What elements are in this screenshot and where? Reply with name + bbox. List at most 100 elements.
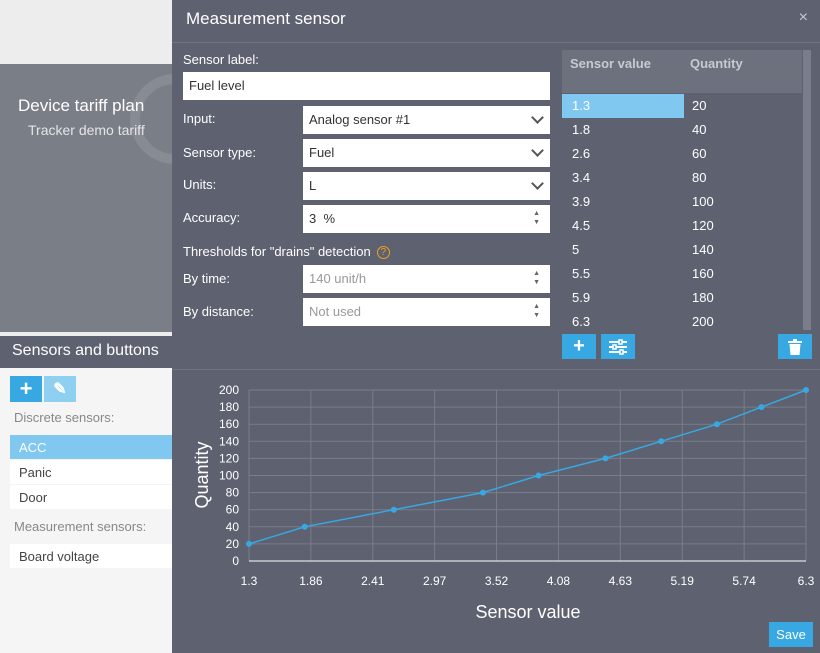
column-header-sensor-value[interactable]: Sensor value: [570, 56, 651, 71]
edit-sensor-button[interactable]: ✎: [44, 376, 76, 402]
add-row-button[interactable]: +: [562, 334, 596, 359]
dialog-title: Measurement sensor: [186, 9, 346, 28]
y-tick-label: 120: [219, 451, 239, 465]
settings-sliders-button[interactable]: [601, 334, 635, 359]
sensor-item-acc[interactable]: ACC: [10, 435, 180, 459]
table-row[interactable]: 4.5 120: [562, 214, 802, 238]
help-icon[interactable]: ?: [376, 246, 390, 259]
spin-down-icon[interactable]: ▼: [533, 279, 540, 287]
chevron-down-icon: [531, 144, 544, 157]
y-tick-label: 80: [226, 486, 240, 500]
cell-sensor-value[interactable]: 2.6: [572, 146, 590, 161]
sensors-panel-title: Sensors and buttons: [0, 336, 180, 368]
cell-sensor-value[interactable]: 1.3: [572, 98, 590, 113]
table-row[interactable]: 1.8 40: [562, 118, 802, 142]
table-header: Sensor value Quantity: [562, 50, 802, 93]
accuracy-value: 3 %: [309, 211, 336, 226]
calibration-table: Sensor value Quantity 1.3 20 1.8 40 2.6 60 3.4…: [562, 50, 811, 330]
input-select[interactable]: Analog sensor #1: [303, 106, 550, 134]
accuracy-stepper[interactable]: 3 % ▲ ▼: [303, 205, 550, 233]
spin-up-icon[interactable]: ▲: [533, 270, 540, 278]
cell-sensor-value[interactable]: 6.3: [572, 314, 590, 329]
accuracy-label: Accuracy:: [183, 210, 241, 225]
y-tick-label: 100: [219, 469, 239, 483]
cell-quantity[interactable]: 20: [692, 98, 706, 113]
data-point: [803, 387, 809, 393]
table-scrollbar[interactable]: [803, 50, 811, 330]
data-point: [758, 404, 765, 411]
x-tick-label: 4.63: [609, 574, 633, 588]
series-line: [248, 389, 807, 545]
sensor-type-label: Sensor type:: [183, 145, 256, 160]
x-tick-label: 1.86: [299, 574, 323, 588]
table-row[interactable]: 5 140: [562, 238, 802, 262]
cell-sensor-value[interactable]: 1.8: [572, 122, 590, 137]
cell-quantity[interactable]: 60: [692, 146, 706, 161]
table-row[interactable]: 3.9 100: [562, 190, 802, 214]
background-top-bar: [0, 0, 180, 42]
data-point: [535, 472, 542, 479]
spin-down-icon[interactable]: ▼: [533, 219, 540, 227]
measurement-sensor-dialog: Measurement sensor × Sensor label: Fuel …: [172, 0, 820, 653]
cell-sensor-value[interactable]: 4.5: [572, 218, 590, 233]
trash-icon: [788, 338, 802, 355]
chevron-down-icon: [531, 177, 544, 190]
close-icon[interactable]: ×: [799, 9, 808, 27]
delete-row-button[interactable]: [778, 334, 812, 359]
x-axis-label: Sensor value: [475, 602, 580, 622]
divider: [172, 42, 820, 43]
units-select[interactable]: L: [303, 172, 550, 200]
cell-quantity[interactable]: 180: [692, 290, 714, 305]
data-point: [301, 523, 308, 530]
measurement-sensors-label: Measurement sensors:: [14, 519, 147, 534]
y-axis-label: Quantity: [192, 441, 212, 508]
by-time-stepper[interactable]: 140 unit/h ▲ ▼: [303, 265, 550, 293]
cell-quantity[interactable]: 140: [692, 242, 714, 257]
data-point: [479, 489, 486, 496]
units-label: Units:: [183, 177, 217, 192]
sensor-item-panic[interactable]: Panic: [10, 460, 180, 484]
save-button[interactable]: Save: [769, 622, 813, 647]
table-row[interactable]: 5.9 180: [562, 286, 802, 310]
x-tick-label: 2.41: [361, 574, 385, 588]
sensor-label-input[interactable]: Fuel level: [183, 72, 550, 100]
x-tick-label: 2.97: [423, 574, 447, 588]
table-row[interactable]: 6.3 200: [562, 310, 802, 334]
add-sensor-button[interactable]: +: [10, 376, 42, 402]
table-row[interactable]: 1.3 20: [562, 94, 802, 118]
cell-quantity[interactable]: 100: [692, 194, 714, 209]
x-tick-label: 5.74: [732, 574, 756, 588]
y-tick-label: 40: [226, 520, 240, 534]
cell-quantity[interactable]: 200: [692, 314, 714, 329]
x-tick-label: 5.19: [671, 574, 695, 588]
cell-sensor-value[interactable]: 3.4: [572, 170, 590, 185]
sensor-label-label: Sensor label:: [183, 52, 259, 67]
spin-down-icon[interactable]: ▼: [533, 312, 540, 320]
spin-up-icon[interactable]: ▲: [533, 303, 540, 311]
sensor-type-select[interactable]: Fuel: [303, 139, 550, 167]
sensor-item-board-voltage[interactable]: Board voltage: [10, 544, 180, 568]
sensor-item-door[interactable]: Door: [10, 485, 180, 509]
tariff-panel: Device tariff plan Tracker demo tariff: [0, 64, 220, 332]
input-select-value: Analog sensor #1: [309, 112, 411, 127]
table-row[interactable]: 2.6 60: [562, 142, 802, 166]
x-tick-label: 6.3: [798, 574, 815, 588]
spin-up-icon[interactable]: ▲: [533, 210, 540, 218]
sensor-type-value: Fuel: [309, 145, 335, 160]
cell-quantity[interactable]: 120: [692, 218, 714, 233]
cell-quantity[interactable]: 40: [692, 122, 706, 137]
cell-quantity[interactable]: 160: [692, 266, 714, 281]
cell-sensor-value[interactable]: 5: [572, 242, 579, 257]
table-row[interactable]: 3.4 80: [562, 166, 802, 190]
cell-quantity[interactable]: 80: [692, 170, 706, 185]
cell-sensor-value[interactable]: 5.5: [572, 266, 590, 281]
cell-sensor-value[interactable]: 3.9: [572, 194, 590, 209]
column-header-quantity[interactable]: Quantity: [690, 56, 743, 71]
cell-sensor-value[interactable]: 5.9: [572, 290, 590, 305]
units-value: L: [309, 178, 317, 193]
by-distance-label: By distance:: [183, 304, 254, 319]
calibration-chart: 1.3 1.86 2.41 2.97 3.52 4.08 4.63 5.19 5.74 6.3 0…: [192, 383, 815, 622]
input-label: Input:: [183, 111, 216, 126]
by-distance-stepper[interactable]: Not used ▲ ▼: [303, 298, 550, 326]
table-row[interactable]: 5.5 160: [562, 262, 802, 286]
